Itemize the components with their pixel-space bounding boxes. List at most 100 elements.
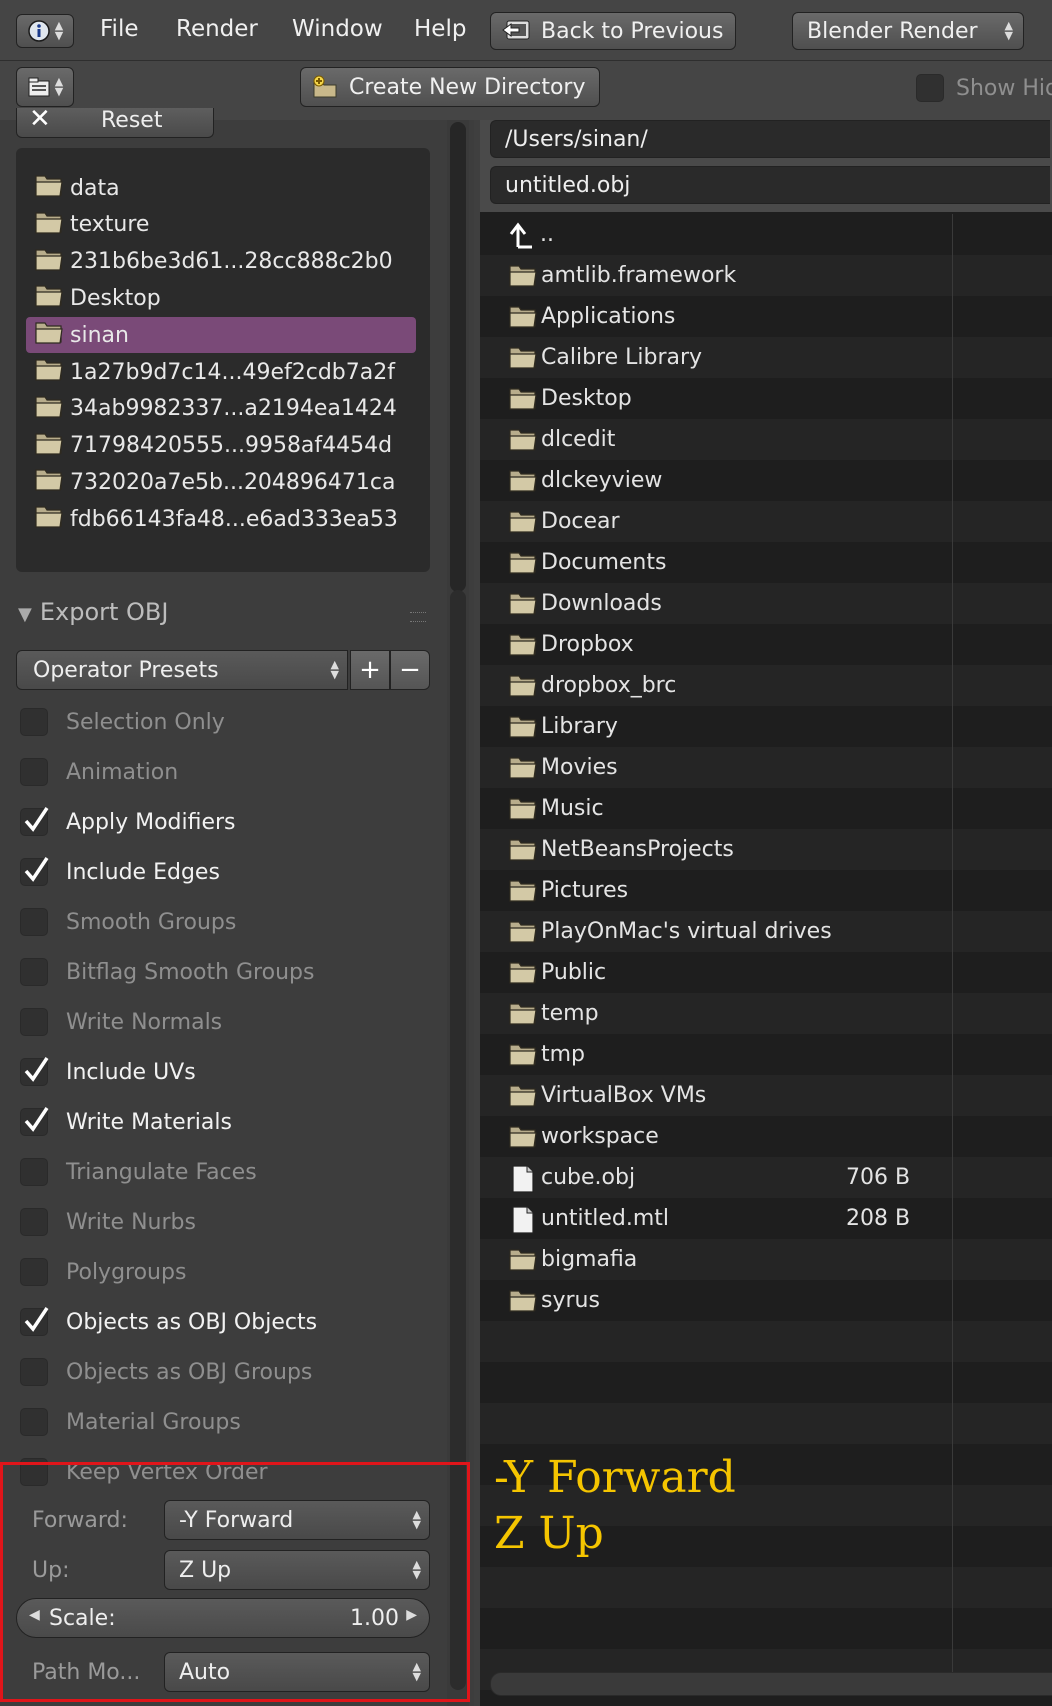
file-list-horizontal-scrollbar[interactable] (490, 1672, 1052, 1696)
info-editor-type-button[interactable]: ▲ ▼ (16, 14, 74, 48)
option-checkbox[interactable] (20, 908, 48, 936)
directory-path-field[interactable]: /Users/sinan/ (490, 120, 1050, 158)
scale-field[interactable]: ◀ Scale: 1.00 ▶ (16, 1598, 430, 1638)
menu-help[interactable]: Help (414, 16, 466, 42)
folder-row[interactable]: PlayOnMac's virtual drives (480, 911, 1052, 952)
filename-field[interactable]: untitled.obj (490, 166, 1050, 204)
folder-row[interactable]: Desktop (480, 378, 1052, 419)
folder-row[interactable]: tmp (480, 1034, 1052, 1075)
forward-axis-select[interactable]: -Y Forward ▲ ▼ (164, 1500, 430, 1540)
folder-row[interactable]: bigmafia (480, 1239, 1052, 1280)
option-checkbox[interactable] (20, 1057, 49, 1086)
folder-row[interactable]: Music (480, 788, 1052, 829)
option-checkbox[interactable] (20, 857, 49, 886)
create-new-directory-button[interactable]: Create New Directory (300, 67, 600, 107)
export-option[interactable]: Write Nurbs (20, 1202, 196, 1242)
export-option[interactable]: Selection Only (20, 702, 225, 742)
bookmark-item[interactable]: 34ab9982337...a2194ea1424 (26, 391, 416, 427)
file-browser-type-button[interactable]: ▲ ▼ (16, 67, 74, 107)
bookmark-item[interactable]: sinan (26, 317, 416, 354)
sidebar-scroll-thumb-upper[interactable] (450, 122, 466, 592)
show-hidden-toggle[interactable]: Show Hid (916, 73, 1052, 103)
export-option[interactable]: Write Materials (20, 1102, 232, 1142)
folder-row[interactable]: Dropbox (480, 624, 1052, 665)
menu-window[interactable]: Window (292, 16, 383, 42)
export-option[interactable]: Smooth Groups (20, 902, 236, 942)
export-option[interactable]: Include UVs (20, 1052, 196, 1092)
option-checkbox[interactable] (20, 708, 48, 736)
render-engine-select[interactable]: Blender Render ▲ ▼ (792, 12, 1024, 50)
folder-row[interactable]: VirtualBox VMs (480, 1075, 1052, 1116)
export-option[interactable]: Animation (20, 752, 178, 792)
menu-render[interactable]: Render (176, 16, 258, 42)
bookmark-item[interactable]: data (26, 170, 416, 206)
bookmark-item[interactable]: 732020a7e5b...204896471ca (26, 464, 416, 500)
file-row[interactable]: untitled.mtl 208 B (480, 1198, 1052, 1239)
parent-directory-row[interactable]: .. (480, 214, 1052, 255)
bookmark-item[interactable]: fdb66143fa48...e6ad333ea53 (26, 501, 416, 537)
folder-row[interactable]: NetBeansProjects (480, 829, 1052, 870)
folder-row[interactable]: Library (480, 706, 1052, 747)
option-checkbox[interactable] (20, 958, 48, 986)
up-axis-select[interactable]: Z Up ▲ ▼ (164, 1550, 430, 1590)
panel-drag-handle[interactable] (410, 612, 426, 622)
show-hidden-checkbox[interactable] (916, 74, 944, 102)
folder-row[interactable]: Pictures (480, 870, 1052, 911)
back-to-previous-button[interactable]: Back to Previous (490, 12, 736, 50)
option-checkbox[interactable] (20, 1258, 48, 1286)
operator-presets-select[interactable]: Operator Presets ▲ ▼ (16, 650, 348, 690)
increment-arrow-icon[interactable]: ▶ (406, 1607, 417, 1623)
bookmark-item[interactable]: 1a27b9d7c14...49ef2cdb7a2f (26, 354, 416, 390)
folder-row[interactable]: syrus (480, 1280, 1052, 1321)
option-checkbox[interactable] (20, 1158, 48, 1186)
file-name: Pictures (541, 878, 629, 903)
export-option[interactable]: Polygroups (20, 1252, 186, 1292)
folder-row[interactable]: Public (480, 952, 1052, 993)
sidebar-scroll-thumb[interactable] (450, 590, 466, 1690)
bookmark-item[interactable]: texture (26, 207, 416, 243)
export-option[interactable]: Objects as OBJ Groups (20, 1352, 312, 1392)
folder-row[interactable]: dlckeyview (480, 460, 1052, 501)
reset-button[interactable]: ✕ Reset (16, 104, 214, 138)
decrement-arrow-icon[interactable]: ◀ (29, 1607, 40, 1623)
file-row[interactable]: cube.obj 706 B (480, 1157, 1052, 1198)
bookmark-item[interactable]: 231b6be3d61...28cc888c2b0 (26, 244, 416, 280)
option-checkbox[interactable] (20, 807, 49, 836)
export-obj-panel-header[interactable]: ▼ Export OBJ (18, 598, 168, 626)
option-checkbox[interactable] (20, 1408, 48, 1436)
path-mode-select[interactable]: Auto ▲ ▼ (164, 1652, 430, 1692)
menu-file[interactable]: File (100, 16, 139, 42)
option-checkbox[interactable] (20, 1458, 48, 1486)
folder-row[interactable]: Calibre Library (480, 337, 1052, 378)
folder-row[interactable]: workspace (480, 1116, 1052, 1157)
export-option[interactable]: Write Normals (20, 1002, 222, 1042)
remove-preset-button[interactable]: − (390, 650, 430, 690)
sidebar-scrollbar[interactable] (447, 120, 469, 1706)
export-option[interactable]: Objects as OBJ Objects (20, 1302, 317, 1342)
option-checkbox[interactable] (20, 1358, 48, 1386)
option-checkbox[interactable] (20, 1307, 49, 1336)
folder-row[interactable]: amtlib.framework (480, 255, 1052, 296)
folder-row[interactable]: Movies (480, 747, 1052, 788)
option-checkbox[interactable] (20, 1107, 49, 1136)
folder-row[interactable]: Documents (480, 542, 1052, 583)
folder-row[interactable]: Docear (480, 501, 1052, 542)
export-option[interactable]: Include Edges (20, 852, 220, 892)
bookmark-item[interactable]: 71798420555...9958af4454d (26, 428, 416, 464)
folder-row[interactable]: temp (480, 993, 1052, 1034)
export-option[interactable]: Triangulate Faces (20, 1152, 257, 1192)
folder-row[interactable]: dropbox_brc (480, 665, 1052, 706)
add-preset-button[interactable]: + (350, 650, 390, 690)
option-checkbox[interactable] (20, 758, 48, 786)
option-checkbox[interactable] (20, 1208, 48, 1236)
option-checkbox[interactable] (20, 1008, 48, 1036)
bookmark-item[interactable]: Desktop (26, 280, 416, 316)
folder-row[interactable]: Downloads (480, 583, 1052, 624)
folder-row[interactable]: Applications (480, 296, 1052, 337)
export-option[interactable]: Keep Vertex Order (20, 1452, 268, 1492)
export-option[interactable]: Apply Modifiers (20, 802, 236, 842)
export-option[interactable]: Material Groups (20, 1402, 241, 1442)
folder-row[interactable]: dlcedit (480, 419, 1052, 460)
folder-icon (35, 396, 63, 418)
export-option[interactable]: Bitflag Smooth Groups (20, 952, 314, 992)
